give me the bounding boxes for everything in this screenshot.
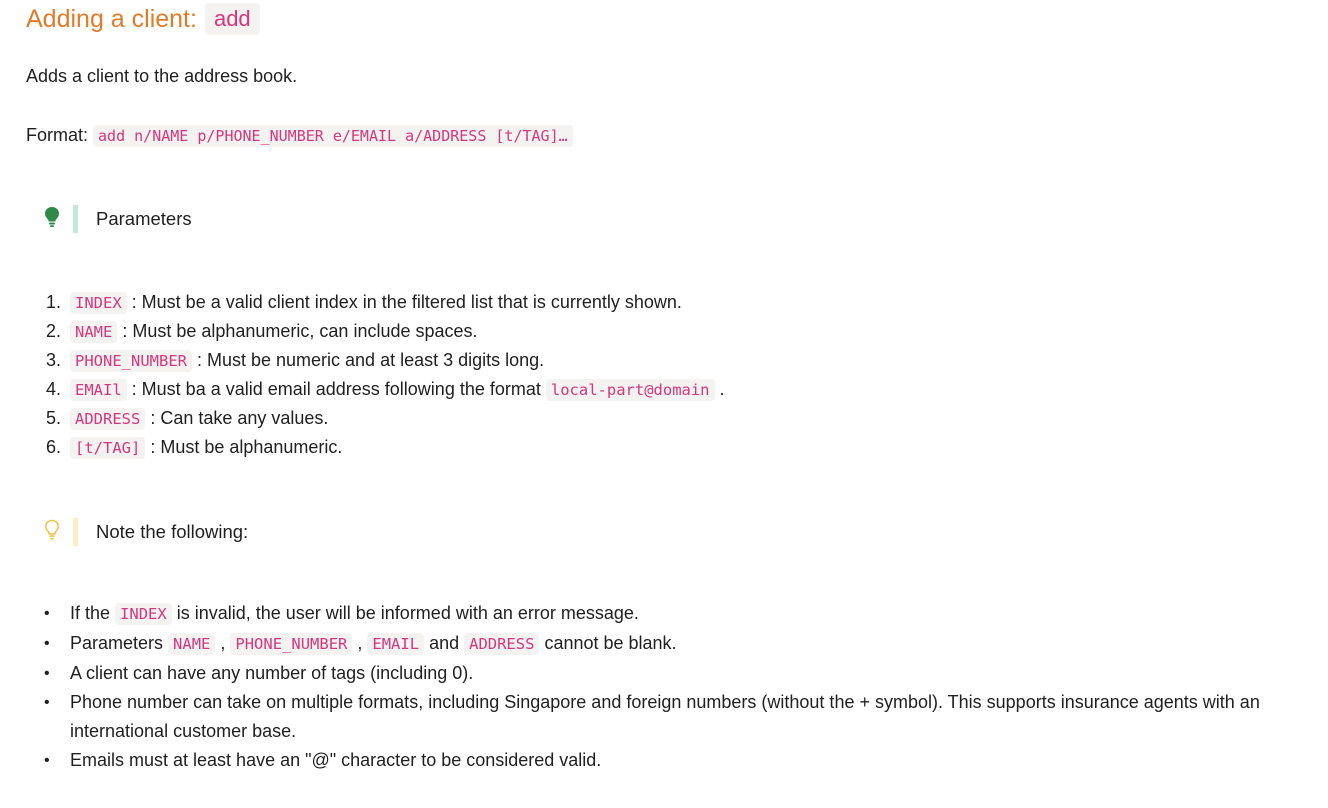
list-item: 1. INDEX : Must be a valid client index i… bbox=[46, 292, 682, 314]
heading-command-code: add bbox=[204, 3, 260, 35]
list-item: 3. PHONE_NUMBER : Must be numeric and at … bbox=[46, 350, 545, 372]
notes-list: • If the INDEX is invalid, the user will … bbox=[44, 599, 1326, 775]
list-item: • Parameters NAME , PHONE_NUMBER , EMAIL … bbox=[44, 633, 677, 655]
list-item: • A client can have any number of tags (i… bbox=[44, 663, 474, 683]
parameters-label: Parameters bbox=[96, 208, 192, 229]
format-code: add n/NAME p/PHONE_NUMBER e/EMAIL a/ADDR… bbox=[93, 125, 573, 147]
list-item: • Emails must at least have an "@" charac… bbox=[44, 750, 602, 770]
note-callout: Note the following: bbox=[44, 518, 248, 546]
list-item: • If the INDEX is invalid, the user will … bbox=[44, 603, 639, 625]
section-heading: Adding a client: add bbox=[26, 0, 260, 38]
note-label: Note the following: bbox=[96, 521, 249, 542]
format-line: Format: add n/NAME p/PHONE_NUMBER e/EMAI… bbox=[26, 125, 573, 147]
description: Adds a client to the address book. bbox=[26, 66, 298, 86]
parameters-list: 1. INDEX : Must be a valid client index i… bbox=[46, 288, 725, 462]
lightbulb-filled-icon bbox=[44, 206, 60, 233]
format-label: Format: bbox=[26, 125, 89, 145]
list-item: 5. ADDRESS : Can take any values. bbox=[46, 408, 329, 430]
heading-text: Adding a client: bbox=[26, 4, 197, 33]
lightbulb-outline-icon bbox=[44, 519, 60, 546]
callout-bar bbox=[73, 518, 78, 546]
list-item: 4. EMAIl : Must ba a valid email address … bbox=[46, 379, 725, 401]
list-item: 2. NAME : Must be alphanumeric, can inclu… bbox=[46, 321, 478, 343]
list-item: • Phone number can take on multiple forma… bbox=[44, 692, 1260, 741]
parameters-callout: Parameters bbox=[44, 205, 192, 233]
callout-bar bbox=[73, 205, 78, 233]
list-item: 6. [t/TAG] : Must be alphanumeric. bbox=[46, 437, 343, 459]
